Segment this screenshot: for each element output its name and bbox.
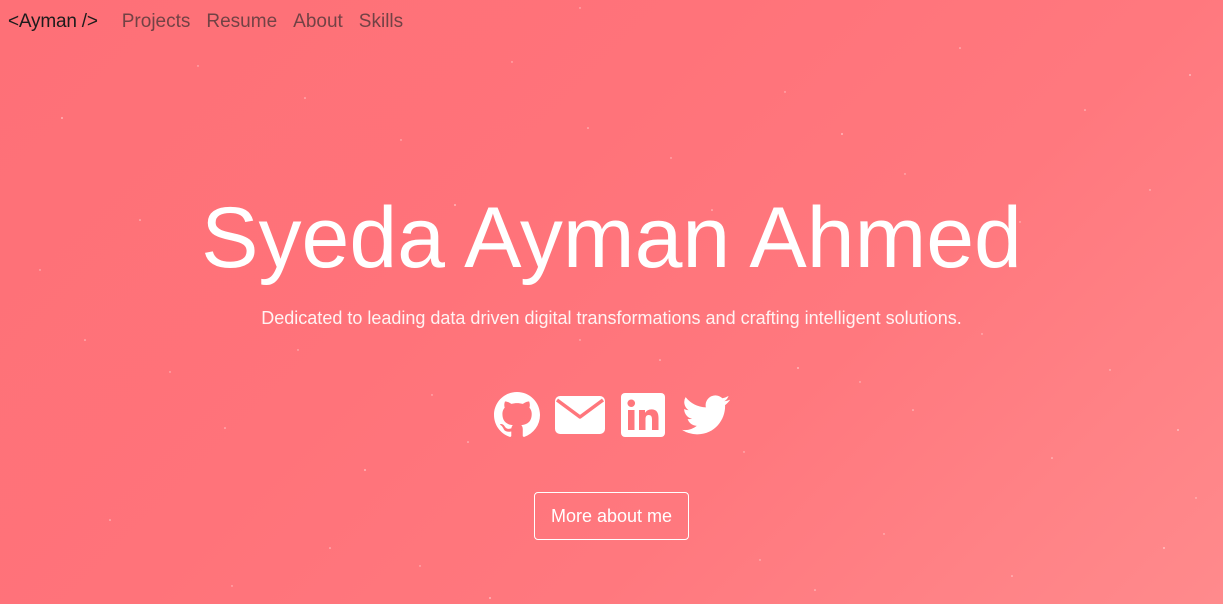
linkedin-link[interactable]: [620, 392, 666, 438]
linkedin-icon: [621, 393, 665, 437]
envelope-icon: [555, 396, 605, 434]
twitter-icon: [682, 395, 730, 435]
hero-title: Syeda Ayman Ahmed: [201, 190, 1022, 286]
brand-logo-link[interactable]: <Ayman />: [8, 11, 98, 33]
cta-container: More about me: [0, 492, 1223, 540]
nav-link-projects[interactable]: Projects: [122, 11, 191, 33]
social-links: [0, 392, 1223, 438]
email-link[interactable]: [555, 392, 605, 438]
nav-link-resume[interactable]: Resume: [206, 11, 277, 33]
nav-link-about[interactable]: About: [293, 11, 343, 33]
navbar: <Ayman /> Projects Resume About Skills: [8, 9, 419, 35]
github-icon: [494, 392, 540, 438]
more-about-me-button[interactable]: More about me: [533, 492, 690, 540]
hero-section: Syeda Ayman Ahmed Dedicated to leading d…: [0, 186, 1223, 330]
twitter-link[interactable]: [682, 392, 730, 438]
hero-subtitle: Dedicated to leading data driven digital…: [261, 308, 962, 328]
nav-link-skills[interactable]: Skills: [359, 11, 403, 33]
github-link[interactable]: [494, 392, 540, 438]
